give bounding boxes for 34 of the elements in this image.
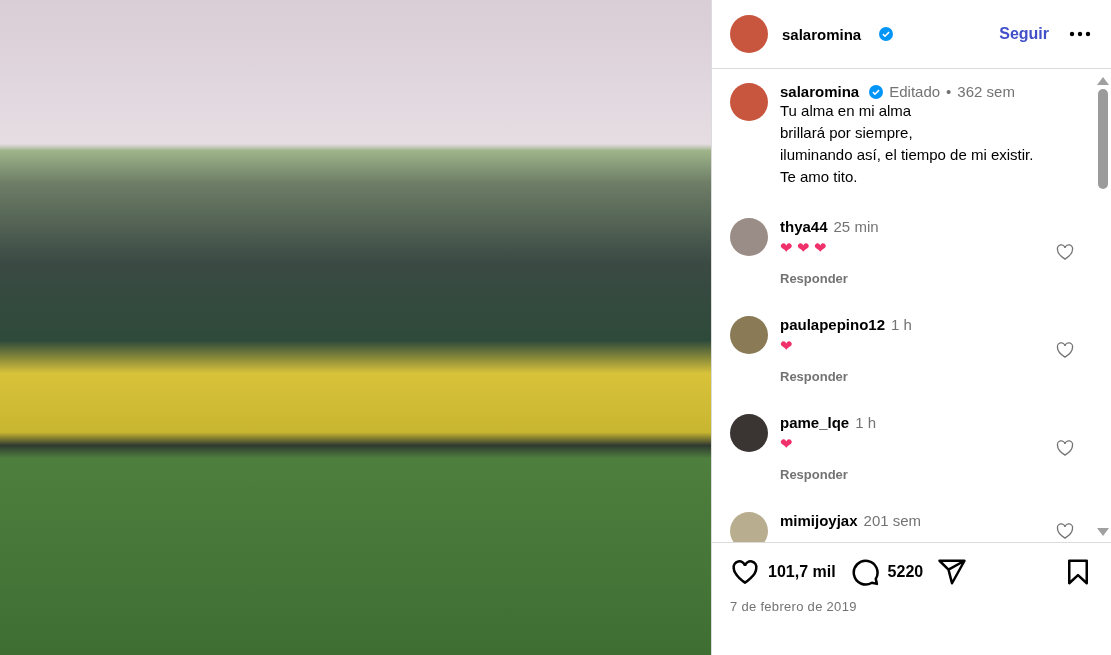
edited-label: Editado — [889, 83, 941, 100]
post-date: 7 de febrero de 2019 — [730, 599, 858, 614]
more-options-icon[interactable] — [1069, 31, 1091, 37]
scroll-up-icon[interactable] — [1097, 77, 1109, 85]
avatar[interactable] — [730, 414, 768, 452]
timestamp: 1 h — [855, 414, 877, 431]
comment-username[interactable]: mimijoyjax — [780, 512, 858, 529]
caption-line: iluminando así, el tiempo de mi existir. — [780, 145, 1035, 165]
username[interactable]: salaromina — [780, 83, 860, 100]
caption-line: Tu alma en mi alma — [780, 101, 913, 121]
caption-line: brillará por siempre, — [780, 123, 914, 143]
scrollbar-thumb[interactable] — [1098, 89, 1108, 189]
comment-username[interactable]: pame_lqe — [780, 414, 850, 431]
send-icon[interactable] — [937, 557, 968, 587]
comment-text: ❤ — [780, 435, 798, 453]
timestamp: 25 min — [833, 218, 879, 235]
follow-button[interactable]: Seguir — [999, 25, 1049, 43]
separator: • — [946, 83, 952, 100]
comment-username[interactable]: thya44 — [780, 218, 828, 235]
timestamp: 1 h — [891, 316, 912, 333]
caption-line: Te amo tito. — [780, 167, 859, 187]
comments-count: 5220 — [887, 563, 924, 581]
likes-count[interactable]: 101,7 mil — [768, 563, 836, 581]
timestamp: 362 sem — [957, 83, 1015, 100]
scroll-down-icon[interactable] — [1097, 528, 1109, 536]
comment-text: ❤ — [780, 337, 798, 355]
username[interactable]: salaromina — [782, 25, 862, 43]
comment-text: ❤❤❤ — [780, 239, 832, 257]
reply-button[interactable]: Responder — [780, 369, 848, 384]
reply-button[interactable]: Responder — [780, 271, 848, 286]
like-icon[interactable] — [730, 557, 760, 587]
timestamp: 201 sem — [863, 512, 922, 529]
reply-button[interactable]: Responder — [780, 467, 848, 482]
comment-username[interactable]: paulapepino12 — [780, 316, 886, 333]
